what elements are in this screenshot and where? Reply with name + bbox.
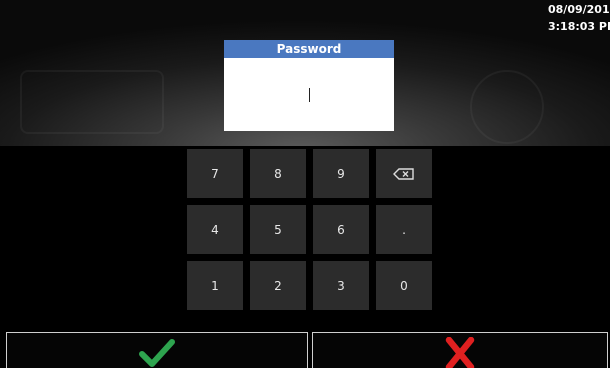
password-dialog: Password: [224, 40, 394, 131]
key-6[interactable]: 6: [313, 205, 369, 254]
background-globe-graphic: [470, 70, 544, 144]
key-3[interactable]: 3: [313, 261, 369, 310]
backspace-icon: [393, 167, 414, 180]
action-bar: [0, 332, 610, 368]
key-5[interactable]: 5: [250, 205, 306, 254]
key-9[interactable]: 9: [313, 149, 369, 198]
key-1[interactable]: 1: [187, 261, 243, 310]
backspace-button[interactable]: [376, 149, 432, 198]
password-screen: 08/09/2019 3:18:03 PM Password 7 8 9 4 5…: [0, 0, 610, 368]
password-input[interactable]: [224, 58, 394, 131]
key-8[interactable]: 8: [250, 149, 306, 198]
numeric-keypad: 7 8 9 4 5 6 . 1 2 3 0: [187, 149, 433, 311]
ok-button[interactable]: [6, 332, 308, 368]
key-7[interactable]: 7: [187, 149, 243, 198]
datetime-display: 08/09/2019 3:18:03 PM: [548, 1, 610, 35]
cancel-button[interactable]: [312, 332, 608, 368]
key-2[interactable]: 2: [250, 261, 306, 310]
date-text: 08/09/2019: [548, 3, 610, 16]
key-4[interactable]: 4: [187, 205, 243, 254]
dialog-title: Password: [224, 40, 394, 58]
time-text: 3:18:03 PM: [548, 20, 610, 33]
background-graphic: [20, 70, 164, 134]
checkmark-icon: [139, 339, 175, 367]
text-caret: [309, 88, 310, 102]
x-icon: [445, 337, 475, 368]
key-0[interactable]: 0: [376, 261, 432, 310]
key-decimal[interactable]: .: [376, 205, 432, 254]
